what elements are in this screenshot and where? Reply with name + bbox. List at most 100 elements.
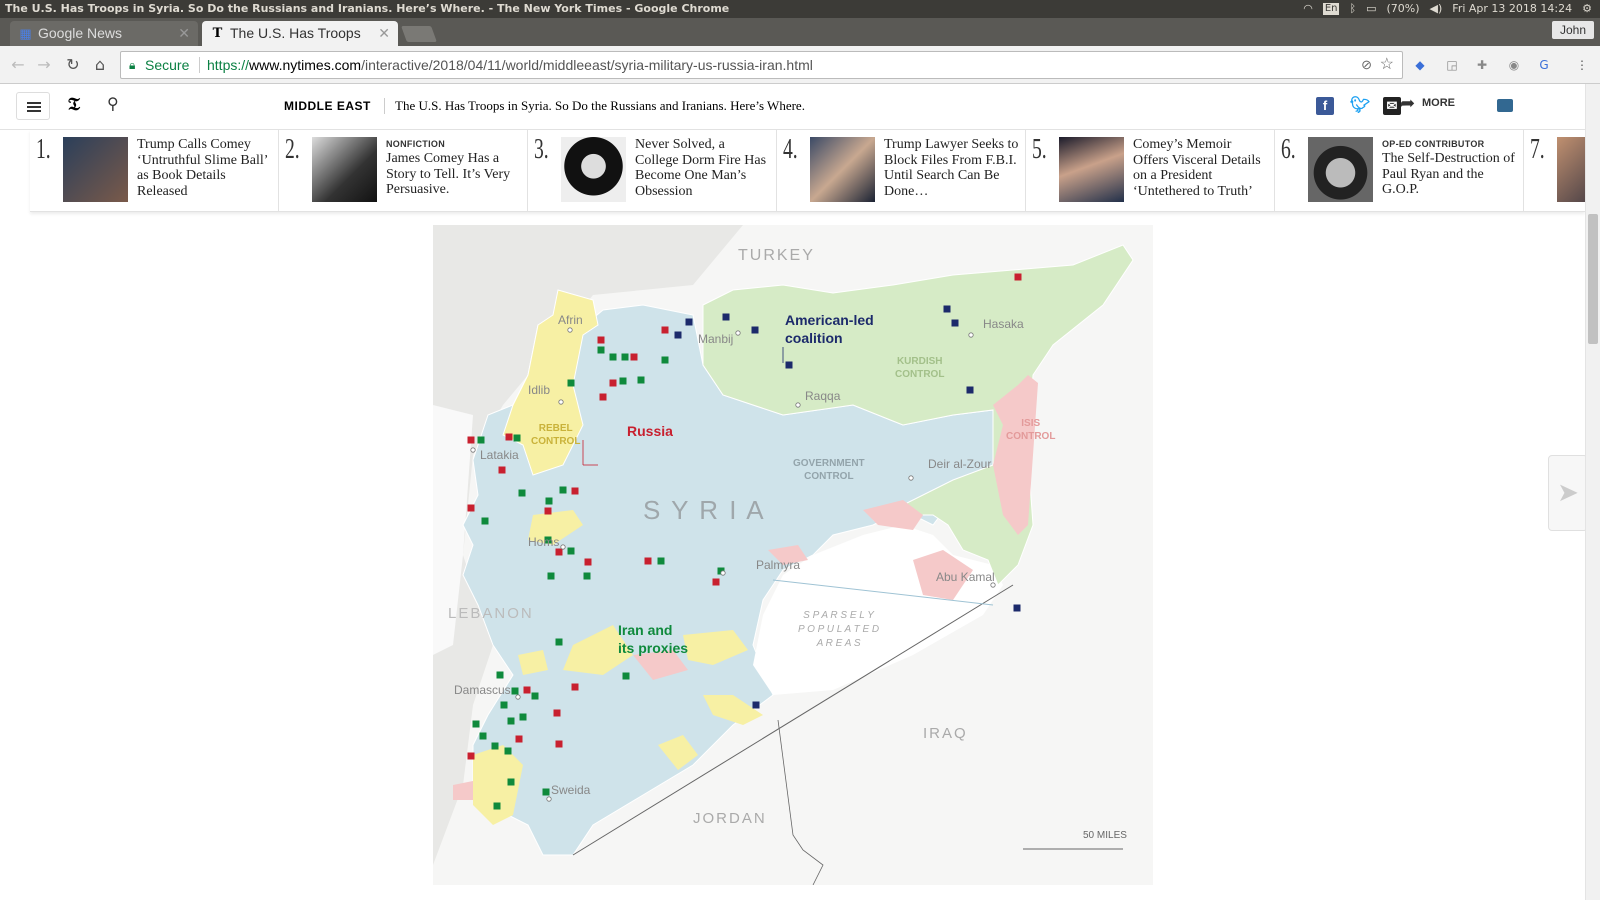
country-label-turkey: TURKEY [738, 247, 815, 264]
item-headline[interactable]: James Comey Has a Story to Tell. It’s Ve… [386, 151, 521, 198]
secure-label[interactable]: Secure [145, 52, 189, 78]
lock-icon[interactable]: 🔒︎ [129, 52, 135, 78]
battery-icon[interactable]: ▭ [1366, 0, 1376, 18]
russia-troop-marker [555, 740, 563, 748]
city-dot [515, 694, 521, 700]
save-folder-icon[interactable] [1497, 99, 1513, 112]
city-deir-al-zour: Deir al-Zour [928, 457, 992, 471]
thumbnail-image[interactable] [810, 137, 875, 202]
reload-icon[interactable]: ↻ [63, 55, 83, 75]
nyt-logo-icon[interactable]: 𝔗 [68, 94, 80, 115]
close-tab-icon[interactable]: ✕ [378, 21, 390, 46]
us-troop-marker [966, 386, 974, 394]
popular-item-6[interactable]: 6. OP-ED CONTRIBUTOR The Self-Destructio… [1275, 130, 1524, 211]
city-latakia: Latakia [480, 448, 519, 462]
profile-button[interactable]: John [1551, 21, 1594, 39]
thumbnail-image[interactable] [1059, 137, 1124, 202]
next-article-arrow-icon[interactable]: ➤ [1548, 455, 1588, 531]
url-text[interactable]: https://www.nytimes.com/interactive/2018… [207, 52, 813, 78]
scrollbar-thumb[interactable] [1588, 214, 1598, 344]
city-idlib: Idlib [528, 383, 551, 397]
share-arrow-icon[interactable]: ➦ [1400, 93, 1415, 114]
twitter-icon[interactable]: 🐦︎ [1350, 97, 1370, 115]
city-dot [560, 544, 566, 550]
popular-item-3[interactable]: 3. Never Solved, a College Dorm Fire Has… [528, 130, 777, 211]
new-tab-button[interactable] [401, 26, 437, 42]
thumbnail-image[interactable] [561, 137, 626, 202]
thumbnail-image[interactable] [1308, 137, 1373, 202]
thumbnail-image[interactable] [312, 137, 377, 202]
chrome-menu-icon[interactable]: ⋮ [1574, 57, 1590, 73]
item-number: 1. [36, 134, 51, 165]
item-headline[interactable]: Trump Lawyer Seeks to Block Files From F… [884, 137, 1019, 199]
clock[interactable]: Fri Apr 13 2018 14:24 [1452, 0, 1572, 18]
zone-label-rebel: REBEL CONTROL [531, 423, 581, 447]
popular-item-5[interactable]: 5. Comey’s Memoir Offers Visceral Detail… [1026, 130, 1275, 211]
item-number: 2. [285, 134, 300, 165]
iran-troop-marker [542, 788, 550, 796]
country-label-syria: S Y R I A [643, 495, 766, 525]
city-manbij: Manbij [698, 332, 734, 346]
iran-troop-marker [493, 802, 501, 810]
keyboard-language[interactable]: En [1322, 3, 1340, 15]
camera-icon[interactable]: ◉ [1506, 57, 1522, 73]
wifi-icon[interactable]: ◠ [1303, 0, 1313, 18]
popular-item-4[interactable]: 4. Trump Lawyer Seeks to Block Files Fro… [777, 130, 1026, 211]
russia-troop-marker [523, 686, 531, 694]
translate-icon[interactable]: G [1536, 57, 1552, 73]
item-headline[interactable]: The Self-Destruction of Paul Ryan and th… [1382, 151, 1517, 198]
address-bar[interactable]: 🔒︎ Secure https://www.nytimes.com/intera… [120, 51, 1403, 79]
city-hasaka: Hasaka [983, 317, 1024, 331]
zone-label-kurdish: KURDISH CONTROL [895, 356, 945, 380]
country-label-lebanon: LEBANON [448, 605, 534, 622]
more-share-button[interactable]: MORE [1422, 97, 1455, 109]
email-icon[interactable]: ✉ [1383, 97, 1401, 115]
item-number: 4. [783, 134, 798, 165]
facebook-icon[interactable]: f [1316, 97, 1334, 115]
divider [384, 98, 385, 114]
rss-icon[interactable]: ◲ [1444, 57, 1460, 73]
volume-icon[interactable]: ◀) [1430, 0, 1443, 18]
sections-menu-button[interactable] [16, 92, 50, 120]
item-headline[interactable]: Comey’s Memoir Offers Visceral Details o… [1133, 137, 1268, 199]
city-palmyra: Palmyra [756, 558, 801, 572]
russia-troop-marker [597, 336, 605, 344]
item-headline[interactable]: Never Solved, a College Dorm Fire Has Be… [635, 137, 770, 199]
bookmark-star-icon[interactable]: ☆ [1380, 52, 1394, 78]
us-troop-marker [785, 361, 793, 369]
item-kicker: OP-ED CONTRIBUTOR [1382, 139, 1485, 149]
settings-gear-icon[interactable]: ⚙ [1582, 0, 1592, 18]
russia-troop-marker [467, 436, 475, 444]
tracking-blocked-icon[interactable]: ⊘ [1361, 52, 1372, 78]
force-label-us: American-led coalition [785, 312, 874, 346]
iran-troop-marker [637, 376, 645, 384]
popular-item-2[interactable]: 2. NONFICTION James Comey Has a Story to… [279, 130, 528, 211]
google-news-icon: ▦ [19, 26, 32, 41]
thumbnail-image[interactable] [1557, 137, 1585, 202]
tab-nyt-article[interactable]: T The U.S. Has Troops ✕ [202, 21, 398, 46]
russia-troop-marker [555, 548, 563, 556]
us-troop-marker [1013, 604, 1021, 612]
popular-item-1[interactable]: 1. Trump Calls Comey ‘Untruthful Slime B… [30, 130, 279, 211]
search-icon[interactable]: ⚲ [107, 94, 119, 113]
syria-control-map: TURKEY S Y R I A LEBANON IRAQ JORDAN Afr… [433, 225, 1153, 885]
popular-item-7[interactable]: 7. [1524, 130, 1585, 211]
iran-troop-marker [619, 377, 627, 385]
page-scrollbar[interactable] [1585, 84, 1600, 900]
city-dot [795, 402, 801, 408]
puzzle-extension-icon[interactable]: ✚ [1474, 57, 1490, 73]
russia-troop-marker [467, 504, 475, 512]
close-tab-icon[interactable]: ✕ [178, 21, 190, 46]
extension-diamond-icon[interactable]: ◆ [1412, 57, 1428, 73]
item-headline[interactable]: Trump Calls Comey ‘Untruthful Slime Ball… [137, 137, 272, 199]
thumbnail-image[interactable] [63, 137, 128, 202]
city-dot [546, 796, 552, 802]
back-icon[interactable]: ← [8, 55, 28, 75]
section-name[interactable]: MIDDLE EAST [284, 99, 371, 113]
forward-icon[interactable]: → [34, 55, 54, 75]
russia-troop-marker [571, 487, 579, 495]
tab-google-news[interactable]: ▦ Google News ✕ [10, 21, 198, 46]
bluetooth-icon[interactable]: ᛒ [1349, 0, 1356, 18]
us-troop-marker [951, 319, 959, 327]
home-icon[interactable]: ⌂ [90, 55, 110, 75]
